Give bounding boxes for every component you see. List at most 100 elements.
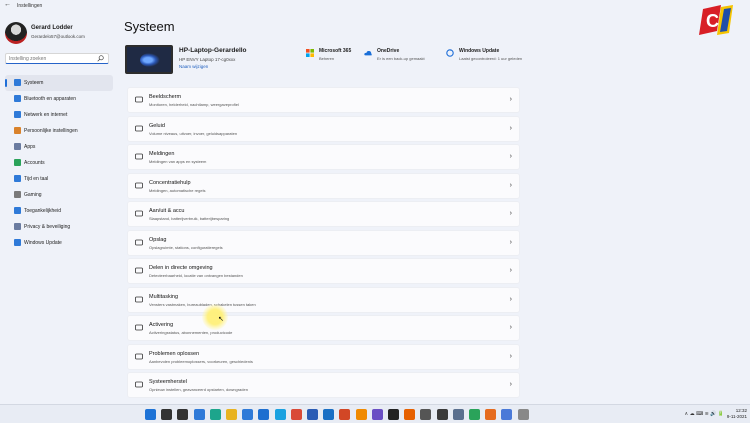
chevron-right-icon: › <box>509 381 512 388</box>
chevron-right-icon: › <box>509 153 512 160</box>
sidebar-item-windows-update[interactable]: Windows Update <box>5 235 113 251</box>
app4-icon[interactable] <box>517 409 529 420</box>
sidebar-item-gaming[interactable]: Gaming <box>5 187 113 203</box>
card-subtitle: Volume niveaus, uitvoer, invoer, geluids… <box>149 130 238 136</box>
sidebar-item-privacy-beveiliging[interactable]: Privacy & beveiliging <box>5 219 113 235</box>
skype-icon[interactable] <box>274 409 286 420</box>
chevron-right-icon: › <box>509 324 512 331</box>
chrome-icon[interactable] <box>290 409 302 420</box>
clock[interactable]: 12:32 9-11-2021 <box>727 408 747 420</box>
card-title: Opslag <box>149 236 167 243</box>
powerpoint-icon[interactable] <box>339 409 351 420</box>
sidebar-item-label: Toegankelijkheid <box>24 208 61 214</box>
word-icon[interactable] <box>307 409 318 420</box>
card-subtitle: Meldingen van apps en systeem <box>149 159 207 164</box>
globe-clock-icon <box>14 175 21 182</box>
card-title: Activering <box>149 322 174 328</box>
app2-icon[interactable] <box>436 409 448 420</box>
sidebar-item-netwerk-en-internet[interactable]: Netwerk en internet <box>5 107 113 123</box>
search-icon <box>97 55 104 62</box>
edge-icon[interactable] <box>209 409 221 420</box>
multitask-icon <box>135 296 143 302</box>
app-icon[interactable] <box>371 409 383 420</box>
c-app-icon-2[interactable] <box>485 409 497 420</box>
shield-icon <box>14 223 21 230</box>
display-icon <box>135 96 143 103</box>
recovery-icon <box>135 381 143 388</box>
search-input[interactable] <box>9 56 97 62</box>
firefox-icon[interactable] <box>404 409 416 420</box>
camera-icon[interactable] <box>388 409 399 420</box>
sidebar-item-accounts[interactable]: Accounts <box>5 155 113 171</box>
outlook-icon[interactable] <box>323 409 335 420</box>
vlc-icon[interactable] <box>355 409 367 420</box>
sidebar-item-bluetooth-en-apparaten[interactable]: Bluetooth en apparaten <box>5 91 113 107</box>
share-icon <box>135 267 143 274</box>
mouse-cursor-icon: ↖ <box>218 316 224 323</box>
card-title: Concentratiehulp <box>149 179 191 186</box>
service-title: Microsoft 365 <box>319 48 352 54</box>
card-title: Aan/uit & accu <box>149 208 185 214</box>
app3-icon[interactable] <box>501 409 513 420</box>
sidebar-item-tijd-en-taal[interactable]: Tijd en taal <box>5 171 113 187</box>
settings-card-opslag[interactable]: Opslag Opslagruimte, stations, configurat… <box>127 229 520 256</box>
sidebar-item-label: Tijd en taal <box>24 176 49 182</box>
settings-card-activering[interactable]: Activering Activeringsstatus, abonnemente… <box>127 315 520 341</box>
chevron-right-icon: › <box>509 124 512 132</box>
file-explorer-icon[interactable] <box>226 409 237 420</box>
task-view-icon[interactable] <box>177 409 189 420</box>
sidebar-item-apps[interactable]: Apps <box>5 139 113 155</box>
chevron-right-icon: › <box>509 96 512 103</box>
settings-card-beeldscherm[interactable]: Beeldscherm Monitoren, helderheid, nachtl… <box>127 87 520 113</box>
settings-card-aan-uit-accu[interactable]: Aan/uit & accu Slaapstand, batterijverbru… <box>127 201 520 227</box>
bluetooth-icon <box>14 95 21 102</box>
sidebar-item-toegankelijkheid[interactable]: Toegankelijkheid <box>5 203 113 219</box>
onedrive-icon <box>364 50 372 56</box>
chevron-right-icon: › <box>509 181 512 189</box>
sidebar-item-label: Windows Update <box>24 240 62 246</box>
windows-update-icon <box>14 239 21 246</box>
c-app-icon[interactable] <box>469 409 480 420</box>
back-arrow-icon[interactable]: ← <box>4 1 11 8</box>
sidebar: Gerard Lodder Gerardelo57@outlook.com Sy… <box>0 14 118 404</box>
settings-card-systeemherstel[interactable]: Systeemherstel Opnieuw instellen, geavanc… <box>127 372 520 398</box>
system-tray[interactable]: ∧ ☁ ⌨ ≋ 🔊 🔋 <box>685 411 724 417</box>
card-subtitle: Slaapstand, batterijverbruik, batterijbe… <box>149 216 230 221</box>
chevron-right-icon: › <box>509 352 512 360</box>
system-icon <box>14 79 21 86</box>
sidebar-item-persoonlijke-instellingen[interactable]: Persoonlijke instellingen <box>5 123 113 139</box>
card-title: Systeemherstel <box>149 379 187 385</box>
settings-card-concentratiehulp[interactable]: Concentratiehulp Meldingen, automatische … <box>127 172 520 199</box>
channel-logo: C <box>699 5 733 35</box>
card-title: Geluid <box>149 122 165 129</box>
sidebar-item-systeem[interactable]: Systeem <box>5 75 113 91</box>
card-title: Delen in directe omgeving <box>149 265 213 271</box>
settings-card-problemen-oplossen[interactable]: Problemen oplossen Aanbevolen probleemopl… <box>127 343 520 370</box>
settings-card-geluid[interactable]: Geluid Volume niveaus, uitvoer, invoer, g… <box>127 115 520 142</box>
wrench-icon <box>135 353 143 359</box>
profile-name: Gerard Lodder <box>31 25 73 31</box>
rename-link[interactable]: Naam wijzigen <box>179 64 208 69</box>
chevron-right-icon: › <box>509 210 512 217</box>
sidebar-item-label: Systeem <box>24 80 44 86</box>
speaker-icon <box>135 125 143 131</box>
card-subtitle: Monitoren, helderheid, nachtlamp, weerga… <box>149 102 239 107</box>
search-box[interactable] <box>5 53 109 64</box>
settings-card-multitasking[interactable]: Multitasking Vensters vastmaken, bureaubl… <box>127 286 520 313</box>
microsoft-icon <box>306 49 314 57</box>
bell-icon <box>135 153 143 160</box>
sidebar-item-label: Netwerk en internet <box>24 112 68 118</box>
card-title: Problemen oplossen <box>149 350 200 357</box>
card-subtitle: Detecteerbaarheid, locatie van ontvangen… <box>149 273 243 278</box>
search-icon[interactable] <box>161 409 173 420</box>
mail-icon[interactable] <box>258 409 270 420</box>
settings-icon[interactable] <box>452 409 464 420</box>
sidebar-item-label: Accounts <box>24 160 45 166</box>
settings-card-meldingen[interactable]: Meldingen Meldingen van apps en systeem › <box>127 144 520 170</box>
store-icon[interactable] <box>242 409 254 420</box>
widgets-icon[interactable] <box>193 409 205 420</box>
settings-card-delen-in-directe-omgeving[interactable]: Delen in directe omgeving Detecteerbaarhe… <box>127 258 520 284</box>
start-icon[interactable] <box>145 409 156 420</box>
profile[interactable]: Gerard Lodder Gerardelo57@outlook.com <box>5 22 115 48</box>
headset-icon[interactable] <box>420 409 432 420</box>
